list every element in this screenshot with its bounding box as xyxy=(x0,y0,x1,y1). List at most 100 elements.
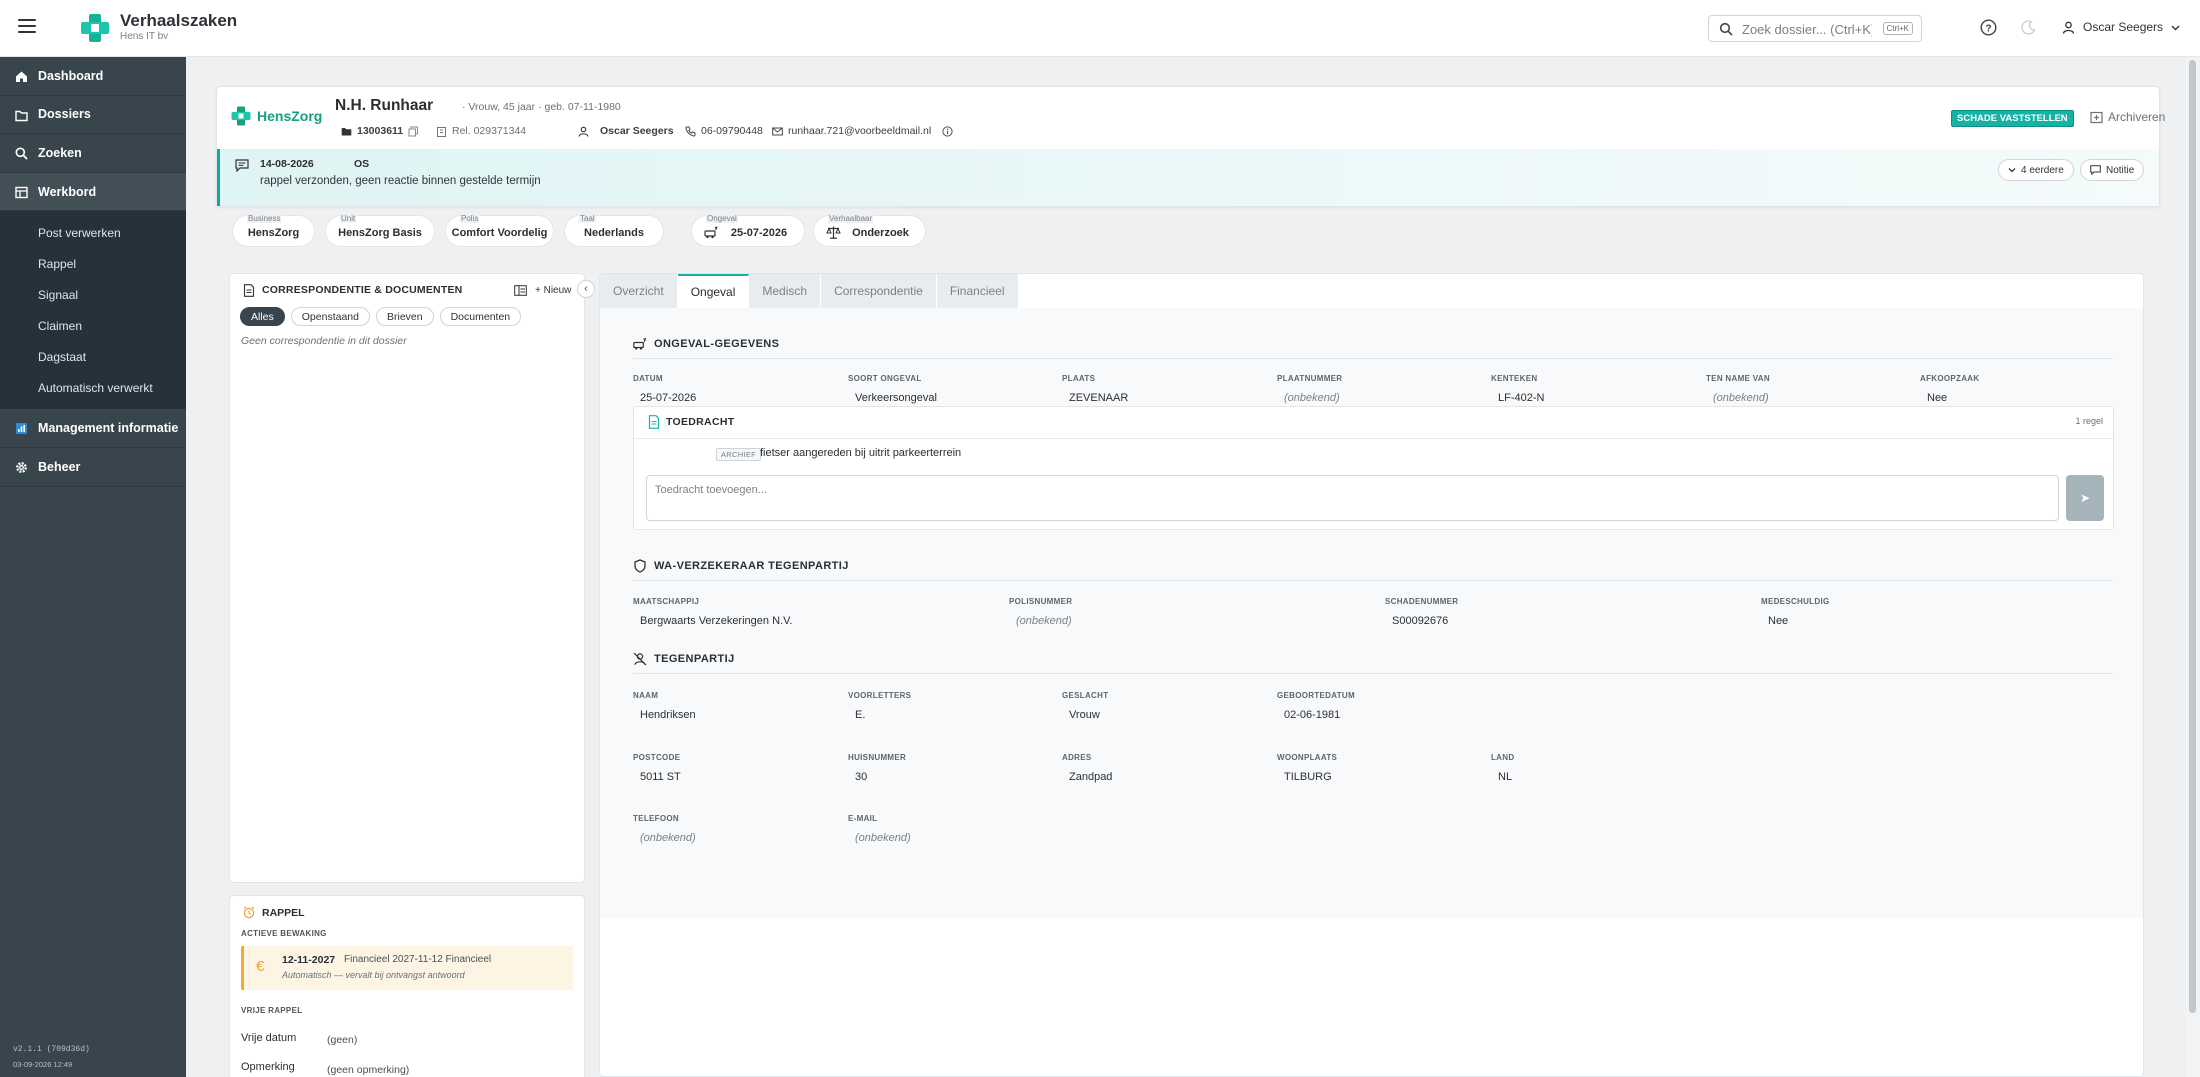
comment-icon xyxy=(235,159,249,172)
user-menu[interactable]: Oscar Seegers xyxy=(2062,20,2180,34)
field-value-medeschuldig[interactable]: Nee xyxy=(1768,615,1788,627)
remark-value[interactable]: (geen opmerking) xyxy=(327,1064,409,1076)
gear-icon xyxy=(16,462,27,473)
rappel-panel: RAPPEL ACTIEVE BEWAKING € 12-11-2027 Fin… xyxy=(229,895,585,1077)
field-value-afkoopzaak[interactable]: Nee xyxy=(1927,392,1947,404)
filter-documenten[interactable]: Documenten xyxy=(439,307,522,326)
relation-number-text: Rel. 029371344 xyxy=(452,125,527,137)
help-icon[interactable]: ? xyxy=(1980,19,1997,36)
active-rappel-item[interactable]: € 12-11-2027 Financieel 2027-11-12 Finan… xyxy=(241,946,573,990)
phone[interactable]: 06-09790448 xyxy=(685,125,763,137)
sidebar-subitem-claimen[interactable]: Claimen xyxy=(0,310,186,341)
toedracht-title: TOEDRACHT xyxy=(666,416,735,428)
layout-toggle-icon[interactable] xyxy=(514,285,527,296)
tegenpartij-section-title: TEGENPARTIJ xyxy=(633,652,735,666)
filter-brieven[interactable]: Brieven xyxy=(375,307,434,326)
field-value-soort-ongeval[interactable]: Verkeersongeval xyxy=(855,392,937,404)
field-value-adres[interactable]: Zandpad xyxy=(1069,771,1112,783)
sidebar-item-dashboard[interactable]: Dashboard xyxy=(0,57,186,96)
correspondence-panel: CORRESPONDENTIE & DOCUMENTEN + Nieuw All… xyxy=(229,273,585,883)
werkbord-submenu: Post verwerken Rappel Signaal Claimen Da… xyxy=(0,211,186,410)
rappel-description: Financieel 2027-11-12 Financieel xyxy=(344,954,492,965)
sidebar-subitem-dagstaat[interactable]: Dagstaat xyxy=(0,341,186,372)
field-value-datum[interactable]: 25-07-2026 xyxy=(640,392,696,404)
field-value-telefoon[interactable]: (onbekend) xyxy=(640,832,696,844)
top-bar: Verhaalszaken Hens IT bv Ctrl+K ? Oscar … xyxy=(0,0,2200,57)
new-document-button[interactable]: + Nieuw xyxy=(535,285,571,296)
add-note-button[interactable]: Notitie xyxy=(2080,159,2145,181)
wa-section-title: WA-VERZEKERAAR TEGENPARTIJ xyxy=(633,559,849,573)
field-label-woonplaats: WOONPLAATS xyxy=(1277,753,1338,762)
field-value-land[interactable]: NL xyxy=(1498,771,1512,783)
sidebar-subitem-post-verwerken[interactable]: Post verwerken xyxy=(0,217,186,248)
archive-button[interactable]: Archiveren xyxy=(2090,110,2165,124)
collapse-panel-button[interactable]: ‹ xyxy=(577,280,595,298)
version-label: v2.1.1 (709d36d) xyxy=(13,1045,90,1054)
send-icon: ➤ xyxy=(2079,491,2091,505)
folder-icon xyxy=(341,127,352,135)
field-value-schadenummer[interactable]: S00092676 xyxy=(1392,615,1448,627)
scrollbar-thumb[interactable] xyxy=(2189,60,2196,1013)
field-value-polisnummer[interactable]: (onbekend) xyxy=(1016,615,1072,627)
field-label-plaats: PLAATS xyxy=(1062,374,1096,383)
earlier-notes-button[interactable]: 4 eerdere xyxy=(1998,159,2074,181)
document-icon xyxy=(243,284,255,297)
toedracht-input[interactable] xyxy=(646,475,2059,521)
divider xyxy=(634,438,2113,439)
correspondence-tools: + Nieuw xyxy=(514,285,571,296)
free-date-value[interactable]: (geen) xyxy=(327,1034,357,1046)
field-value-plaats[interactable]: ZEVENAAR xyxy=(1069,392,1128,404)
tab-medisch[interactable]: Medisch xyxy=(749,274,822,308)
tab-ongeval[interactable]: Ongeval xyxy=(677,274,750,308)
toedracht-box: TOEDRACHT 1 regel ARCHIEF fietser aanger… xyxy=(633,406,2114,530)
sidebar-subitem-signaal[interactable]: Signaal xyxy=(0,279,186,310)
sidebar-subitem-automatisch-verwerkt[interactable]: Automatisch verwerkt xyxy=(0,372,186,403)
tab-financieel[interactable]: Financieel xyxy=(936,274,1019,308)
field-value-plaatnummer[interactable]: (onbekend) xyxy=(1284,392,1340,404)
field-label-geslacht: GESLACHT xyxy=(1062,691,1109,700)
field-label-polisnummer: POLISNUMMER xyxy=(1009,597,1073,606)
search-box[interactable]: Ctrl+K xyxy=(1708,15,1922,42)
field-value-kenteken[interactable]: LF-402-N xyxy=(1498,392,1544,404)
search-input[interactable] xyxy=(1742,19,1872,39)
tab-correspondentie[interactable]: Correspondentie xyxy=(821,274,937,308)
handler-name: Oscar Seegers xyxy=(600,125,674,137)
sidebar-item-zoeken[interactable]: Zoeken xyxy=(0,134,186,173)
moon-icon[interactable] xyxy=(2021,20,2036,35)
version-date: 03-09-2026 12:49 xyxy=(13,1060,73,1069)
field-value-geboortedatum[interactable]: 02-06-1981 xyxy=(1284,709,1340,721)
archive-label: Archiveren xyxy=(2108,110,2166,124)
document-icon xyxy=(648,415,660,429)
send-button[interactable]: ➤ xyxy=(2066,475,2104,521)
page-scrollbar[interactable] xyxy=(2186,57,2200,1077)
chip-label: Ongeval xyxy=(706,214,738,223)
field-value-voorletters[interactable]: E. xyxy=(855,709,865,721)
sidebar-item-dossiers[interactable]: Dossiers xyxy=(0,96,186,135)
toedracht-entry: fietser aangereden bij uitrit parkeerter… xyxy=(760,447,962,459)
filter-openstaand[interactable]: Openstaand xyxy=(290,307,370,326)
field-value-ten-name-van[interactable]: (onbekend) xyxy=(1713,392,1769,404)
sidebar-subitem-rappel[interactable]: Rappel xyxy=(0,248,186,279)
sidebar: Dashboard Dossiers Zoeken Werkbord Post … xyxy=(0,57,186,1077)
active-monitoring-label: ACTIEVE BEWAKING xyxy=(241,929,327,938)
info-icon[interactable] xyxy=(942,125,953,137)
copy-icon[interactable] xyxy=(408,126,419,137)
tab-overzicht[interactable]: Overzicht xyxy=(600,274,678,308)
field-value-email[interactable]: (onbekend) xyxy=(855,832,911,844)
divider xyxy=(633,358,2113,359)
field-value-postcode[interactable]: 5011 ST xyxy=(640,771,681,783)
sidebar-item-label: Beheer xyxy=(38,459,81,474)
field-value-maatschappij[interactable]: Bergwaarts Verzekeringen N.V. xyxy=(640,615,792,627)
field-value-woonplaats[interactable]: TILBURG xyxy=(1284,771,1332,783)
sidebar-item-label: Dossiers xyxy=(38,107,91,122)
field-value-huisnummer[interactable]: 30 xyxy=(855,771,867,783)
field-value-geslacht[interactable]: Vrouw xyxy=(1069,709,1100,721)
menu-icon[interactable] xyxy=(18,19,36,33)
sidebar-item-management-informatie[interactable]: Management informatie xyxy=(0,409,186,448)
filter-alles[interactable]: Alles xyxy=(240,307,285,326)
email[interactable]: runhaar.721@voorbeeldmail.nl xyxy=(772,125,953,137)
note-text: rappel verzonden, geen reactie binnen ge… xyxy=(260,175,541,187)
sidebar-item-beheer[interactable]: Beheer xyxy=(0,448,186,487)
sidebar-item-werkbord[interactable]: Werkbord xyxy=(0,172,186,212)
field-value-naam[interactable]: Hendriksen xyxy=(640,709,696,721)
